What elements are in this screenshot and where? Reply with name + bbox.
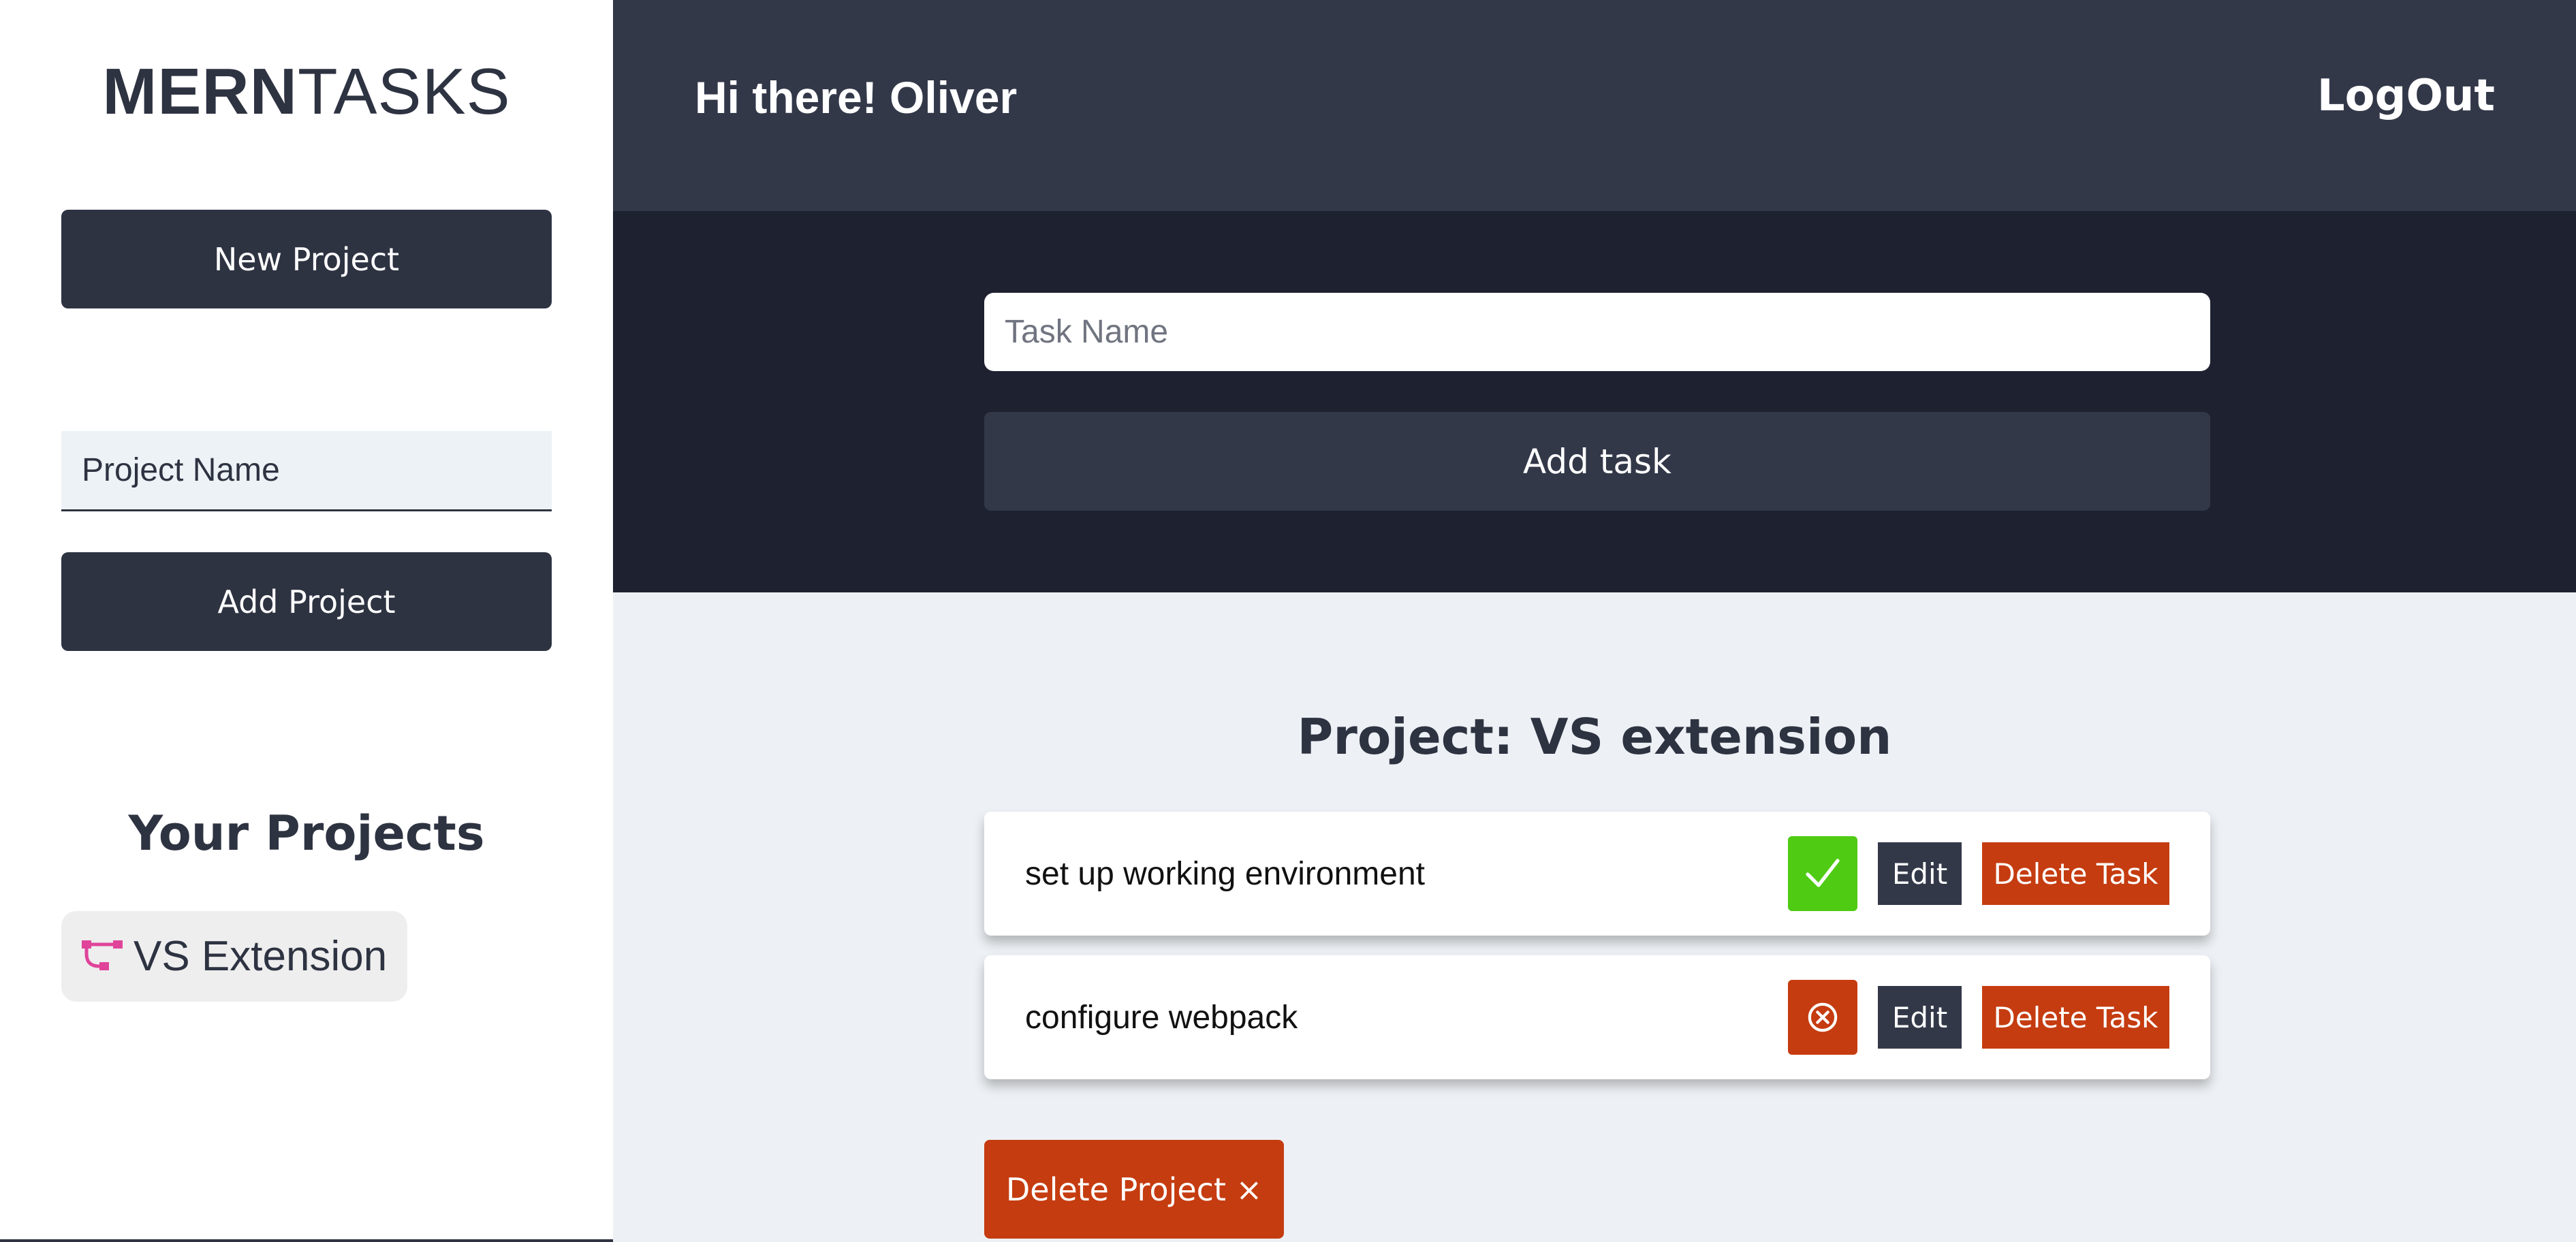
edit-task-button[interactable]: Edit <box>1878 986 1962 1049</box>
logo-bold-text: MERN <box>102 55 298 128</box>
task-form: Add task <box>613 211 2576 592</box>
task-list-area: Project: VS extension set up working env… <box>613 592 2576 1242</box>
logout-button[interactable]: LogOut <box>2313 70 2499 122</box>
projects-heading: Your Projects <box>128 806 485 862</box>
top-header: Hi there! Oliver LogOut <box>613 0 2576 211</box>
project-name-input[interactable] <box>61 431 552 511</box>
edit-task-button[interactable]: Edit <box>1878 842 1962 905</box>
project-item-label: VS Extension <box>133 933 388 980</box>
task-complete-toggle[interactable] <box>1788 836 1857 911</box>
user-greeting: Hi there! Oliver <box>695 72 1018 123</box>
task-incomplete-toggle[interactable] <box>1788 980 1857 1055</box>
task-row: configure webpack Edit Delete Task <box>984 955 2210 1079</box>
add-task-button[interactable]: Add task <box>984 412 2210 511</box>
check-icon <box>1806 859 1840 887</box>
project-title: Project: VS extension <box>1297 707 1892 765</box>
circle-x-icon <box>1808 1002 1838 1032</box>
logo-thin-text: TASKS <box>298 55 511 128</box>
app-logo: MERNTASKS <box>0 54 613 129</box>
delete-task-button[interactable]: Delete Task <box>1982 842 2169 905</box>
task-name: configure webpack <box>1025 999 1298 1036</box>
app-root: MERNTASKS New Project Add Project Your P… <box>0 0 2576 1242</box>
new-project-button[interactable]: New Project <box>61 210 552 308</box>
task-name-input[interactable] <box>984 293 2210 371</box>
task-name: set up working environment <box>1025 855 1425 892</box>
delete-project-button[interactable]: Delete Project × <box>984 1140 1284 1239</box>
add-project-button[interactable]: Add Project <box>61 552 552 651</box>
delete-task-button[interactable]: Delete Task <box>1982 986 2169 1049</box>
task-row: set up working environment Edit Delete T… <box>984 812 2210 936</box>
project-tree-icon <box>82 940 123 970</box>
sidebar: MERNTASKS New Project Add Project Your P… <box>0 0 613 1242</box>
project-item-vs-extension[interactable]: VS Extension <box>61 911 408 1002</box>
